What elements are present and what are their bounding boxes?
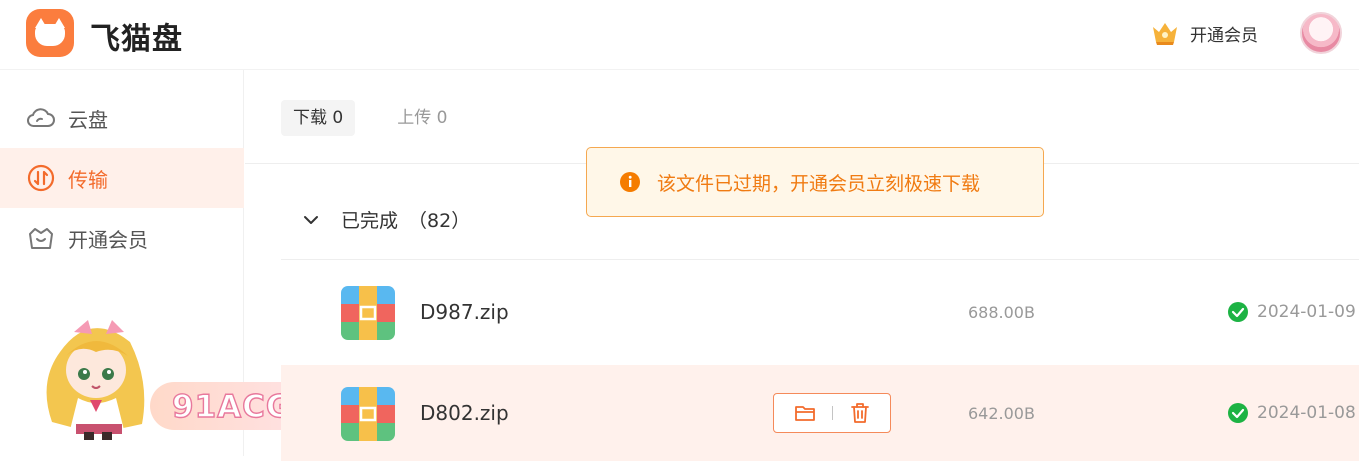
open-folder-button[interactable]	[791, 399, 819, 427]
group-title: 已完成	[341, 210, 399, 232]
cloud-icon	[27, 108, 55, 127]
sidebar-item-label: 云盘	[68, 107, 108, 132]
file-status: 2024-01-08	[1227, 402, 1356, 424]
sidebar-item-label: 传输	[68, 167, 108, 192]
app-header: 飞猫盘 开通会员	[0, 0, 1359, 70]
tab-upload[interactable]: 上传 0	[385, 100, 459, 136]
file-row[interactable]: D802.zip 642.00B 2024-01-08	[281, 365, 1359, 461]
header-vip-link[interactable]: 开通会员	[1150, 18, 1258, 48]
file-name: D802.zip	[420, 401, 509, 425]
delete-button[interactable]	[846, 399, 874, 427]
file-size: 688.00B	[968, 303, 1035, 322]
folder-icon	[794, 406, 815, 421]
transfer-panel: 下载 0 上传 0 已完成 （82） D987.zip 688.00B 2024…	[245, 70, 1359, 461]
vip-basket-icon	[29, 228, 53, 249]
transfer-tabs: 下载 0 上传 0	[281, 100, 489, 136]
file-row[interactable]: D987.zip 688.00B 2024-01-09	[281, 264, 1359, 360]
sidebar-item-vip[interactable]: 开通会员	[0, 208, 244, 268]
header-vip-label: 开通会员	[1190, 25, 1258, 46]
sidebar-item-transfer[interactable]: 传输	[0, 148, 244, 208]
row-actions	[773, 393, 891, 433]
check-circle-icon	[1228, 403, 1248, 423]
expired-file-toast: 该文件已过期，开通会员立刻极速下载	[586, 147, 1044, 217]
group-count: （82）	[408, 210, 471, 232]
trash-icon	[850, 403, 869, 423]
file-status: 2024-01-09	[1227, 301, 1356, 323]
actions-separator	[831, 406, 833, 420]
toast-message: 该文件已过期，开通会员立刻极速下载	[657, 172, 981, 195]
file-name: D987.zip	[420, 300, 509, 324]
anime-girl-illustration	[46, 320, 145, 440]
tab-download[interactable]: 下载 0	[281, 100, 356, 136]
file-date: 2024-01-09	[1257, 302, 1356, 322]
group-divider	[281, 259, 1359, 260]
check-circle-icon	[1228, 302, 1248, 322]
zip-file-icon	[341, 387, 395, 441]
sidebar-item-cloud[interactable]: 云盘	[0, 88, 244, 148]
app-name: 飞猫盘	[90, 22, 183, 57]
crown-icon	[1153, 23, 1177, 45]
transfer-icon	[27, 164, 55, 192]
info-icon	[620, 172, 640, 192]
completed-group-toggle[interactable]: 已完成 （82）	[301, 206, 470, 233]
sidebar-item-label: 开通会员	[68, 227, 148, 252]
file-size: 642.00B	[968, 404, 1035, 423]
zip-file-icon	[341, 286, 395, 340]
logo-cat-icon[interactable]	[26, 9, 74, 57]
user-avatar[interactable]	[1300, 12, 1342, 54]
chevron-down-icon	[304, 215, 318, 224]
file-date: 2024-01-08	[1257, 403, 1356, 423]
